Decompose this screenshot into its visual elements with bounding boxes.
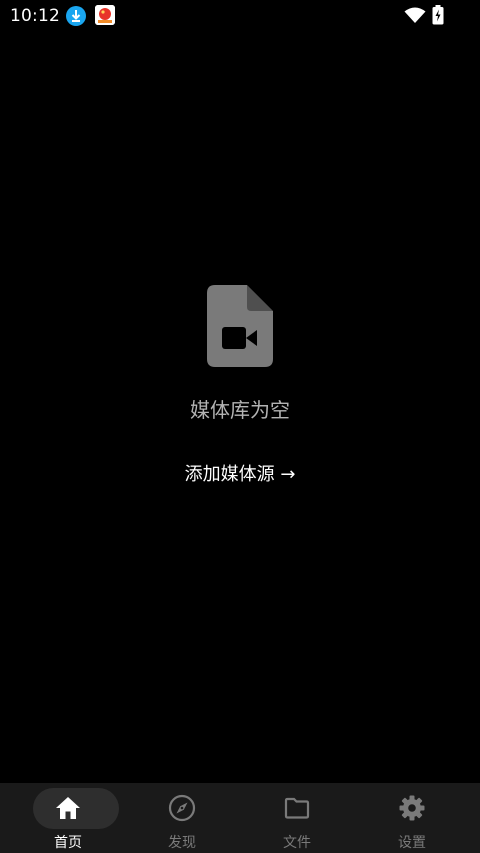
compass-icon [168,794,196,822]
status-bar: 10:12 [0,0,480,32]
bottom-navigation: 首页 发现 文件 设置 [0,783,480,853]
status-time: 10:12 [10,6,60,26]
nav-label-discover: 发现 [168,835,196,851]
nav-item-settings[interactable]: 设置 [352,783,472,853]
gear-icon [398,794,426,822]
add-media-source-link[interactable]: 添加媒体源 → [0,460,480,486]
home-icon [54,794,82,822]
folder-icon [283,794,311,822]
wifi-icon [404,7,426,28]
nav-label-files: 文件 [283,835,311,851]
empty-state-title: 媒体库为空 [190,398,290,422]
download-icon [66,6,86,26]
nav-item-discover[interactable]: 发现 [122,783,242,853]
video-file-icon [207,285,273,371]
battery-charging-icon [432,5,444,29]
app-notification-icon [95,5,115,25]
nav-label-home: 首页 [54,835,82,851]
nav-item-home[interactable]: 首页 [8,783,128,853]
nav-label-settings: 设置 [398,835,426,851]
nav-item-files[interactable]: 文件 [237,783,357,853]
